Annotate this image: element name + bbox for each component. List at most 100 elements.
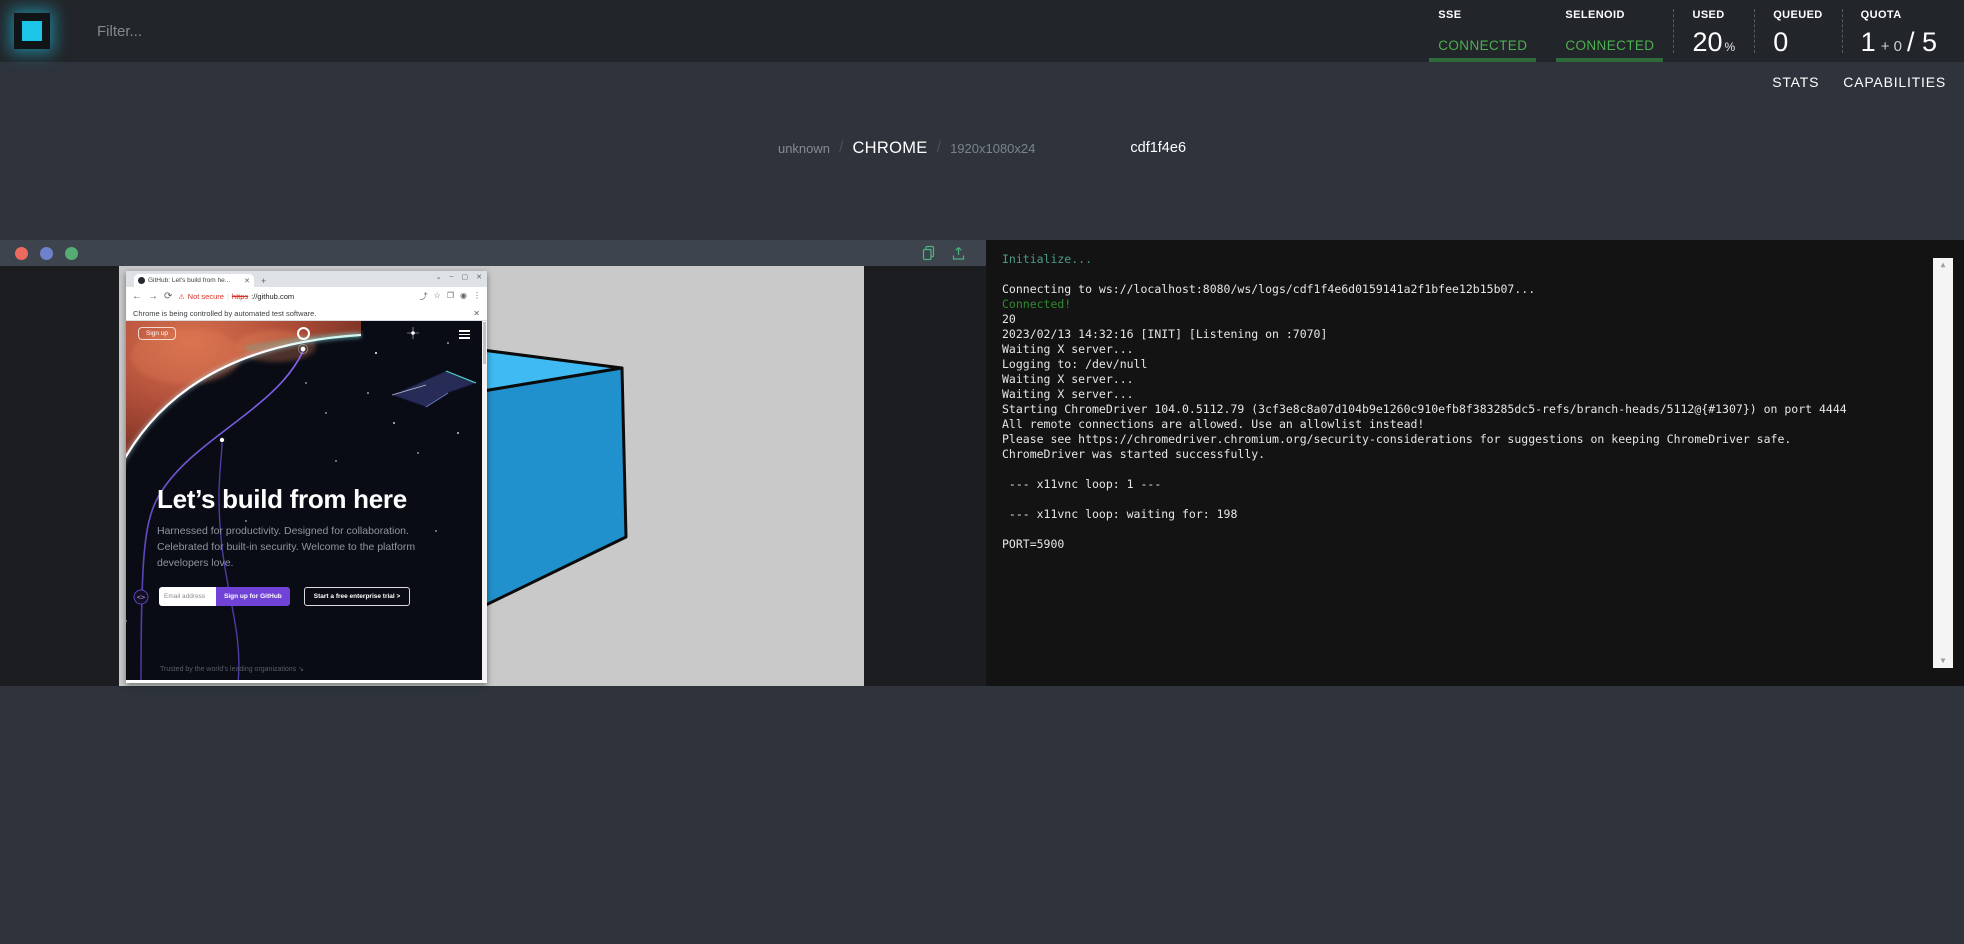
log-line: Waiting X server... xyxy=(1002,372,1919,387)
session-resolution: 1920x1080x24 xyxy=(950,141,1035,156)
forward-icon[interactable]: → xyxy=(148,292,158,302)
address-divider: | xyxy=(227,292,229,301)
not-secure-label: Not secure xyxy=(188,292,224,301)
bookmark-star-icon[interactable]: ☆ xyxy=(434,291,441,302)
code-badge-icon: <> xyxy=(134,590,148,604)
stat-quota-total: / 5 xyxy=(1907,29,1937,56)
session-row[interactable]: unknown / CHROME / 1920x1080x24 cdf1f4e6 xyxy=(0,134,1964,162)
log-line xyxy=(1002,492,1919,507)
trusted-orgs-text: Trusted by the world’s leading organizat… xyxy=(160,665,304,673)
minimize-dot-icon[interactable] xyxy=(40,247,53,260)
browser-menu-icon[interactable]: ⋮ xyxy=(473,291,481,302)
log-line: Connected! xyxy=(1002,297,1919,312)
address-url: ://github.com xyxy=(251,292,294,301)
hero-subtitle: Harnessed for productivity. Designed for… xyxy=(157,524,445,571)
log-line: --- x11vnc loop: waiting for: 198 xyxy=(1002,507,1919,522)
browser-tab-strip: GitHub: Let's build from he... ✕ + ⌄ – ▢… xyxy=(126,271,487,287)
log-line: All remote connections are allowed. Use … xyxy=(1002,417,1919,432)
log-line: Waiting X server... xyxy=(1002,387,1919,402)
log-line: --- x11vnc loop: 1 --- xyxy=(1002,477,1919,492)
tab-stats[interactable]: STATS xyxy=(1772,74,1819,90)
new-tab-icon[interactable]: + xyxy=(261,276,266,286)
stat-selenoid: SELENOID CONNECTED xyxy=(1546,0,1673,62)
fullscreen-dot-icon[interactable] xyxy=(65,247,78,260)
session-log-panel: Initialize... Connecting to ws://localho… xyxy=(986,240,1964,686)
session-id-link[interactable]: cdf1f4e6 xyxy=(1130,140,1186,156)
stat-quota-used: 1 xyxy=(1861,29,1876,56)
address-bar[interactable]: ⚠ Not secure | https ://github.com xyxy=(178,292,413,301)
session-separator: / xyxy=(839,139,843,157)
session-browser: CHROME xyxy=(852,139,927,158)
browser-window[interactable]: GitHub: Let's build from he... ✕ + ⌄ – ▢… xyxy=(126,271,487,683)
filter-input[interactable] xyxy=(95,22,415,41)
vnc-toolbar xyxy=(0,240,986,266)
top-bar: SSE CONNECTED SELENOID CONNECTED USED 20… xyxy=(0,0,1964,62)
infobar-close-icon[interactable]: ✕ xyxy=(473,309,480,318)
tab-groups-icon[interactable]: ❐ xyxy=(447,291,454,302)
log-line: Connecting to ws://localhost:8080/ws/log… xyxy=(1002,282,1919,297)
stat-used-unit: % xyxy=(1725,40,1736,54)
stat-selenoid-label: SELENOID xyxy=(1565,9,1654,21)
log-line xyxy=(1002,462,1919,477)
github-signup-top-button[interactable]: Sign up xyxy=(138,327,176,340)
https-struck-label: https xyxy=(232,292,248,301)
stat-used-value: 20 xyxy=(1692,29,1722,56)
log-line: PORT=5900 xyxy=(1002,537,1919,552)
tab-close-icon[interactable]: ✕ xyxy=(244,277,250,285)
share-icon[interactable]: ⤴ xyxy=(420,291,428,302)
browser-toolbar: ← → ⟳ ⚠ Not secure | https ://github.com… xyxy=(126,287,487,306)
log-line: Initialize... xyxy=(1002,252,1919,267)
browser-tab[interactable]: GitHub: Let's build from he... ✕ xyxy=(134,274,254,287)
hamburger-menu-icon[interactable] xyxy=(459,330,470,339)
github-octocat-logo-icon[interactable] xyxy=(297,327,310,340)
back-icon[interactable]: ← xyxy=(132,292,142,302)
hero-title: Let’s build from here xyxy=(157,484,452,515)
stat-queued-value: 0 xyxy=(1773,29,1788,56)
scroll-down-icon[interactable]: ▼ xyxy=(1941,657,1946,665)
email-input[interactable]: Email address xyxy=(159,587,216,606)
vnc-screen[interactable]: GitHub: Let's build from he... ✕ + ⌄ – ▢… xyxy=(0,266,986,686)
copy-clipboard-icon[interactable] xyxy=(921,245,936,261)
browser-scrollbar-thumb[interactable] xyxy=(483,322,486,364)
session-separator: / xyxy=(937,139,941,157)
profile-avatar-icon[interactable]: ◉ xyxy=(460,291,467,302)
stat-quota-label: QUOTA xyxy=(1861,9,1937,21)
spaceship-art xyxy=(392,371,476,407)
log-line: Starting ChromeDriver 104.0.5112.79 (3cf… xyxy=(1002,402,1919,417)
github-page: <> Sign up Let’s build from here Harness… xyxy=(126,321,487,680)
stat-sse-label: SSE xyxy=(1438,9,1527,21)
remote-desktop[interactable]: GitHub: Let's build from he... ✕ + ⌄ – ▢… xyxy=(119,266,864,686)
log-scrollbar[interactable]: ▲ ▼ xyxy=(1933,258,1953,668)
log-line: Logging to: /dev/null xyxy=(1002,357,1919,372)
reload-icon[interactable]: ⟳ xyxy=(164,292,172,302)
enterprise-trial-button[interactable]: Start a free enterprise trial > xyxy=(304,587,411,606)
automation-infobar: Chrome is being controlled by automated … xyxy=(126,306,487,321)
nav-tabs-row: STATS CAPABILITIES xyxy=(0,62,1964,102)
window-close-icon[interactable]: ✕ xyxy=(476,273,482,281)
log-line xyxy=(1002,267,1919,282)
session-user: unknown xyxy=(778,141,830,156)
close-session-dot-icon[interactable] xyxy=(15,247,28,260)
log-line: 20 xyxy=(1002,312,1919,327)
upload-share-icon[interactable] xyxy=(951,245,966,261)
log-line: Waiting X server... xyxy=(1002,342,1919,357)
window-restore-icon[interactable]: ⌄ xyxy=(436,273,442,281)
log-line: 2023/02/13 14:32:16 [INIT] [Listening on… xyxy=(1002,327,1919,342)
log-line: Please see https://chromedriver.chromium… xyxy=(1002,432,1919,447)
tab-title: GitHub: Let's build from he... xyxy=(148,277,241,284)
svg-text:<>: <> xyxy=(137,594,145,602)
tab-capabilities[interactable]: CAPABILITIES xyxy=(1843,74,1946,90)
stat-used: USED 20 % xyxy=(1673,0,1754,62)
signup-for-github-button[interactable]: Sign up for GitHub xyxy=(216,587,290,606)
status-stats: SSE CONNECTED SELENOID CONNECTED USED 20… xyxy=(1419,0,1964,62)
log-line: ChromeDriver was started successfully. xyxy=(1002,447,1919,462)
github-favicon-icon xyxy=(138,277,145,284)
window-minimize-icon[interactable]: – xyxy=(450,273,454,281)
stat-quota: QUOTA 1 + 0 / 5 xyxy=(1842,0,1956,62)
window-maximize-icon[interactable]: ▢ xyxy=(462,273,469,281)
browser-page-scrollbar[interactable] xyxy=(482,321,487,680)
infobar-text: Chrome is being controlled by automated … xyxy=(133,309,316,318)
scroll-up-icon[interactable]: ▲ xyxy=(1941,261,1946,269)
selenoid-logo-inner xyxy=(22,21,42,41)
stat-queued-label: QUEUED xyxy=(1773,9,1822,21)
